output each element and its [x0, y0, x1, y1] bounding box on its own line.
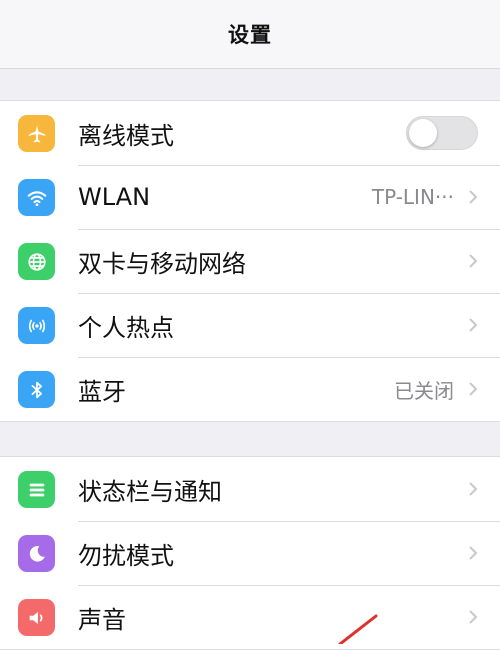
settings-row-status-bar-notifications[interactable]: 状态栏与通知 [0, 457, 500, 521]
globe-icon [18, 243, 55, 280]
settings-row-label: 声音 [78, 605, 126, 634]
bluetooth-status-value: 已关闭 [394, 378, 454, 403]
settings-row-label: 离线模式 [78, 121, 174, 150]
airplane-icon [18, 115, 55, 152]
settings-row-label: 双卡与移动网络 [78, 249, 246, 278]
annotation-arrow-mark [338, 614, 378, 644]
settings-group-connectivity: 离线模式 WLAN TP-LIN··· 双卡与移动网络 个人热点 蓝牙 已关闭 [0, 100, 500, 422]
wifi-icon [18, 179, 55, 216]
settings-group-notifications: 状态栏与通知 勿扰模式 声音 [0, 456, 500, 650]
settings-row-hotspot[interactable]: 个人热点 [0, 293, 500, 357]
wlan-network-value: TP-LIN··· [371, 185, 454, 209]
hotspot-icon [18, 307, 55, 344]
chevron-right-icon [469, 382, 478, 396]
navigation-bar: 设置 [0, 0, 500, 69]
chevron-right-icon [469, 318, 478, 332]
settings-row-airplane-mode[interactable]: 离线模式 [0, 101, 500, 165]
settings-row-label: 个人热点 [78, 313, 174, 342]
notification-list-icon [18, 471, 55, 508]
speaker-icon [18, 599, 55, 636]
settings-row-dual-sim[interactable]: 双卡与移动网络 [0, 229, 500, 293]
airplane-mode-toggle[interactable] [406, 116, 478, 150]
chevron-right-icon [469, 610, 478, 624]
bluetooth-icon [18, 371, 55, 408]
chevron-right-icon [469, 482, 478, 496]
page-title: 设置 [228, 23, 272, 47]
settings-row-sound[interactable]: 声音 [0, 585, 500, 649]
settings-row-label: 勿扰模式 [78, 541, 174, 570]
settings-row-label: 蓝牙 [78, 377, 126, 406]
settings-row-wlan[interactable]: WLAN TP-LIN··· [0, 165, 500, 229]
settings-row-do-not-disturb[interactable]: 勿扰模式 [0, 521, 500, 585]
chevron-right-icon [469, 254, 478, 268]
moon-icon [18, 535, 55, 572]
toggle-knob [409, 119, 437, 147]
settings-row-bluetooth[interactable]: 蓝牙 已关闭 [0, 357, 500, 421]
chevron-right-icon [469, 546, 478, 560]
chevron-right-icon [469, 190, 478, 204]
settings-row-label: WLAN [78, 183, 151, 211]
settings-row-label: 状态栏与通知 [78, 477, 222, 506]
